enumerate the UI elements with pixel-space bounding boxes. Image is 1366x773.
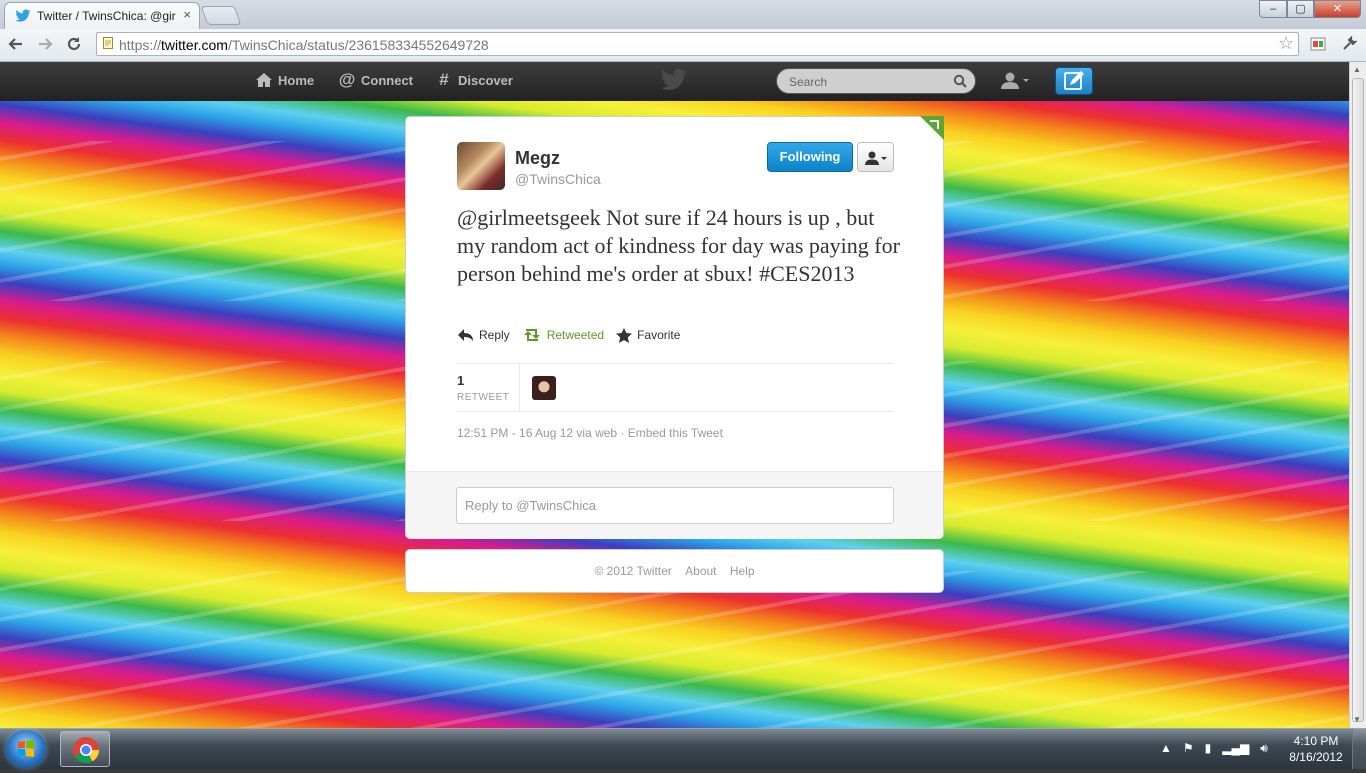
browser-toolbar: https://twitter.com/TwinsChica/status/23… — [0, 29, 1366, 62]
window-minimize-button[interactable]: – — [1259, 0, 1287, 18]
nav-connect-label: Connect — [361, 72, 413, 88]
window-maximize-button[interactable]: ▢ — [1287, 0, 1314, 18]
retweet-stats: 1 RETWEET — [457, 364, 894, 411]
show-desktop-button[interactable] — [1352, 729, 1366, 769]
divider — [457, 411, 894, 412]
search-icon[interactable] — [953, 74, 967, 88]
scroll-down-icon[interactable]: ▼ — [1353, 715, 1361, 724]
browser-tab[interactable]: Twitter / TwinsChica: @gir × — [4, 2, 200, 29]
retweet-count-label: RETWEET — [457, 392, 510, 403]
retweet-icon — [523, 329, 540, 341]
reply-area — [406, 471, 943, 539]
home-icon — [255, 71, 273, 89]
nav-connect[interactable]: @ Connect — [338, 71, 413, 89]
wrench-icon[interactable] — [1339, 34, 1359, 54]
nav-home-label: Home — [278, 72, 315, 88]
copyright: © 2012 Twitter — [594, 564, 672, 578]
tweet-card: Megz @TwinsChica Following @girlmeetsgee… — [405, 116, 944, 539]
scrollbar-thumb[interactable] — [1352, 78, 1364, 722]
about-link[interactable]: About — [685, 564, 716, 578]
profile-menu-button[interactable] — [998, 70, 1034, 92]
start-button[interactable] — [6, 730, 46, 768]
following-button[interactable]: Following — [767, 142, 853, 172]
address-bar[interactable]: https://twitter.com/TwinsChica/status/23… — [96, 32, 1299, 56]
nav-discover[interactable]: # Discover — [435, 71, 513, 89]
at-sign-icon: @ — [338, 70, 356, 89]
footer: © 2012 Twitter About Help — [405, 549, 944, 593]
chrome-taskbar-button[interactable] — [60, 731, 110, 767]
mention-link[interactable]: @girlmeetsgeek — [457, 205, 601, 230]
avatar[interactable] — [457, 142, 505, 190]
twitter-logo-icon[interactable] — [660, 68, 688, 92]
clock-date: 8/16/2012 — [1289, 750, 1343, 764]
user-name[interactable]: Megz — [515, 148, 560, 169]
action-center-flag-icon[interactable]: ⚑ — [1183, 741, 1194, 756]
user-dropdown-icon — [864, 151, 887, 165]
retweeted-label: Retweeted — [546, 328, 605, 342]
windows-logo-icon — [18, 740, 34, 757]
favorite-label: Favorite — [637, 328, 681, 342]
clock-time: 4:10 PM — [1293, 734, 1339, 748]
help-link[interactable]: Help — [730, 564, 755, 578]
tweet-text: @girlmeetsgeek Not sure if 24 hours is u… — [457, 204, 907, 288]
search-box — [776, 68, 976, 94]
reload-icon[interactable] — [62, 32, 86, 56]
nav-home[interactable]: Home — [255, 71, 314, 89]
extension-icon[interactable] — [1308, 34, 1328, 54]
system-tray: ▲ ⚑ ▮ ▂▄▆ 🔊︎ — [1160, 741, 1268, 756]
nav-discover-label: Discover — [458, 72, 513, 88]
hashtag-icon: # — [439, 70, 449, 89]
compose-pencil-icon — [1064, 71, 1084, 90]
user-actions-dropdown[interactable] — [857, 142, 894, 172]
browser-titlebar: Twitter / TwinsChica: @gir × – ▢ ✕ — [0, 0, 1366, 29]
chrome-icon — [73, 737, 100, 764]
volume-icon[interactable]: 🔊︎ — [1260, 741, 1268, 756]
reply-arrow-icon — [458, 329, 473, 341]
network-signal-icon[interactable]: ▂▄▆ — [1222, 741, 1249, 756]
power-icon[interactable]: ▮ — [1205, 741, 1212, 756]
url-text: https://twitter.com/TwinsChica/status/23… — [119, 37, 489, 53]
reply-action[interactable]: Reply — [457, 325, 510, 345]
compose-tweet-button[interactable] — [1055, 67, 1093, 95]
page-icon — [103, 37, 113, 49]
retweet-count[interactable]: 1 — [457, 373, 464, 388]
tab-close-icon[interactable]: × — [183, 7, 191, 22]
tray-expand-icon[interactable]: ▲ — [1160, 741, 1172, 756]
clock[interactable]: 4:10 PM 8/16/2012 — [1288, 733, 1344, 765]
tweet-actions: Reply Retweeted Favorite — [457, 325, 680, 345]
embed-tweet-link[interactable]: Embed this Tweet — [628, 426, 723, 440]
tweet-meta: 12:51 PM - 16 Aug 12 via web · Embed thi… — [457, 426, 723, 440]
forward-arrow-icon[interactable] — [33, 32, 57, 56]
scroll-up-icon[interactable]: ▲ — [1353, 65, 1361, 74]
retweeter-avatar[interactable] — [532, 376, 556, 400]
user-handle[interactable]: @TwinsChica — [515, 171, 601, 187]
taskbar: ▲ ⚑ ▮ ▂▄▆ 🔊︎ 4:10 PM 8/16/2012 — [0, 728, 1366, 769]
hashtag-link[interactable]: #CES2013 — [759, 261, 854, 286]
user-icon — [1001, 72, 1029, 89]
tab-title: Twitter / TwinsChica: @gir — [37, 9, 176, 23]
new-tab-button[interactable] — [200, 6, 242, 25]
twitter-topbar: Home @ Connect # Discover — [0, 62, 1349, 102]
twitter-bird-icon — [15, 9, 31, 22]
back-arrow-icon[interactable] — [4, 32, 28, 56]
favorite-action[interactable]: Favorite — [616, 325, 680, 345]
reply-input[interactable] — [456, 487, 894, 524]
window-close-button[interactable]: ✕ — [1314, 0, 1361, 18]
reply-label: Reply — [479, 328, 510, 342]
star-icon — [616, 327, 633, 343]
page-corner-icon — [920, 116, 944, 140]
bookmark-star-icon[interactable]: ☆ — [1278, 33, 1294, 54]
page-scrollbar[interactable]: ▲ ▼ — [1349, 62, 1366, 728]
search-input[interactable] — [787, 73, 951, 91]
retweeted-action[interactable]: Retweeted — [522, 325, 604, 345]
stats-separator — [519, 364, 520, 411]
tweet-timestamp[interactable]: 12:51 PM - 16 Aug 12 via web — [457, 426, 617, 440]
